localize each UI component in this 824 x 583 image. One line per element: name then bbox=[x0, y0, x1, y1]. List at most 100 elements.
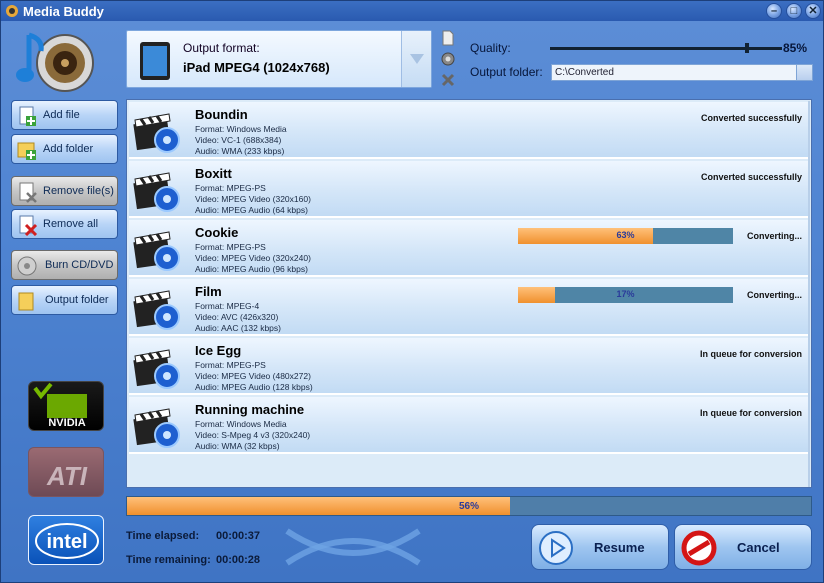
delete-icon[interactable] bbox=[440, 72, 456, 88]
file-row[interactable]: Film Format: MPEG-4 Video: AVC (426x320)… bbox=[129, 279, 808, 336]
file-name: Cookie bbox=[195, 225, 239, 240]
file-video: Video: MPEG Video (320x240) bbox=[195, 253, 311, 263]
file-video: Video: MPEG Video (320x160) bbox=[195, 194, 311, 204]
file-audio: Audio: WMA (233 kbps) bbox=[195, 146, 285, 156]
file-audio: Audio: AAC (132 kbps) bbox=[195, 323, 281, 333]
file-status: Converted successfully bbox=[700, 113, 802, 123]
gear-icon[interactable] bbox=[440, 51, 456, 67]
file-name: Running machine bbox=[195, 402, 305, 417]
add-folder-label: Add folder bbox=[43, 143, 94, 155]
file-list: Boundin Format: Windows Media Video: VC-… bbox=[126, 99, 812, 488]
file-status: Converting... bbox=[746, 231, 802, 241]
time-remaining-value: 00:00:28 bbox=[216, 554, 261, 566]
file-video: Video: MPEG Video (480x272) bbox=[195, 371, 311, 381]
output-format-label: Output format: bbox=[183, 41, 260, 55]
list-scrollbar[interactable] bbox=[808, 101, 810, 487]
dna-animation-icon bbox=[285, 528, 421, 566]
file-row[interactable]: Ice Egg Format: MPEG-PS Video: MPEG Vide… bbox=[129, 338, 808, 395]
time-elapsed-value: 00:00:37 bbox=[216, 530, 261, 542]
video-file-icon bbox=[133, 403, 183, 449]
close-button[interactable]: ✕ bbox=[805, 3, 821, 19]
quality-slider-handle[interactable] bbox=[745, 43, 750, 53]
title-bar: Media Buddy – □ ✕ bbox=[1, 1, 823, 21]
browse-folder-button[interactable] bbox=[796, 64, 813, 81]
file-format: Format: MPEG-4 bbox=[195, 301, 260, 311]
format-dropdown-button[interactable] bbox=[401, 31, 431, 87]
video-file-icon bbox=[133, 226, 183, 272]
file-row[interactable]: Boxitt Format: MPEG-PS Video: MPEG Video… bbox=[129, 161, 808, 218]
file-name: Boxitt bbox=[195, 166, 232, 181]
output-folder-label: Output folder bbox=[45, 294, 109, 306]
output-folder-button[interactable]: Output folder bbox=[11, 285, 118, 315]
app-icon bbox=[6, 5, 18, 17]
video-file-icon bbox=[133, 167, 183, 213]
burn-cd-dvd-label: Burn CD/DVD bbox=[45, 259, 114, 271]
remove-files-label: Remove file(s) bbox=[43, 185, 114, 197]
file-video: Video: S-Mpeg 4 v3 (320x240) bbox=[195, 430, 311, 440]
file-row[interactable]: Cookie Format: MPEG-PS Video: MPEG Video… bbox=[129, 220, 808, 277]
file-format: Format: Windows Media bbox=[195, 419, 287, 429]
time-elapsed-label: Time elapsed: bbox=[126, 530, 200, 542]
file-status: In queue for conversion bbox=[699, 349, 802, 359]
intel-logo: intel bbox=[28, 515, 104, 565]
app-logo bbox=[16, 32, 94, 92]
remove-all-button[interactable]: Remove all bbox=[11, 209, 118, 239]
file-progress-bar: 17% bbox=[518, 287, 733, 303]
chevron-down-icon bbox=[410, 54, 424, 64]
quality-label: Quality: bbox=[470, 41, 511, 55]
file-name: Boundin bbox=[195, 107, 248, 122]
file-row[interactable]: Boundin Format: Windows Media Video: VC-… bbox=[129, 102, 808, 159]
app-window: Media Buddy – □ ✕ Add file Add folder Re… bbox=[0, 0, 824, 583]
window-title: Media Buddy bbox=[23, 4, 104, 19]
resume-label: Resume bbox=[594, 540, 645, 555]
file-format: Format: MPEG-PS bbox=[195, 183, 266, 193]
remove-file-icon bbox=[19, 182, 37, 203]
file-format: Format: MPEG-PS bbox=[195, 242, 266, 252]
ipad-icon bbox=[140, 42, 170, 80]
nvidia-logo-text: NVIDIA bbox=[48, 417, 85, 429]
video-file-icon bbox=[133, 285, 183, 331]
folder-icon bbox=[18, 292, 34, 311]
total-progress-bar: 56% bbox=[126, 496, 812, 516]
file-progress-text: 63% bbox=[616, 230, 635, 240]
stop-icon bbox=[681, 530, 717, 566]
file-status: In queue for conversion bbox=[699, 408, 802, 418]
add-folder-button[interactable]: Add folder bbox=[11, 134, 118, 164]
remove-files-button[interactable]: Remove file(s) bbox=[11, 176, 118, 206]
output-folder-field-label: Output folder: bbox=[470, 65, 543, 79]
video-file-icon bbox=[133, 344, 183, 390]
document-icon[interactable] bbox=[440, 30, 456, 46]
add-file-button[interactable]: Add file bbox=[11, 100, 118, 130]
file-video: Video: AVC (426x320) bbox=[195, 312, 279, 322]
cancel-label: Cancel bbox=[737, 540, 780, 555]
file-format: Format: Windows Media bbox=[195, 124, 287, 134]
file-video: Video: VC-1 (688x384) bbox=[195, 135, 282, 145]
resume-button[interactable]: Resume bbox=[531, 524, 669, 570]
video-file-icon bbox=[133, 108, 183, 154]
add-file-label: Add file bbox=[43, 109, 80, 121]
output-format-value: iPad MPEG4 (1024x768) bbox=[183, 60, 330, 75]
file-name: Film bbox=[195, 284, 222, 299]
intel-logo-text: intel bbox=[46, 531, 87, 553]
burn-cd-dvd-button[interactable]: Burn CD/DVD bbox=[11, 250, 118, 280]
ati-logo-text: ATI bbox=[46, 461, 88, 491]
add-file-icon bbox=[19, 106, 36, 126]
play-icon bbox=[539, 531, 573, 565]
quality-value: 85% bbox=[783, 41, 808, 55]
total-progress-text: 56% bbox=[458, 501, 479, 512]
maximize-button[interactable]: □ bbox=[786, 3, 802, 19]
output-folder-input[interactable]: C:\Converted bbox=[551, 64, 813, 81]
file-audio: Audio: MPEG Audio (64 kbps) bbox=[195, 205, 308, 215]
output-format-selector[interactable]: Output format: iPad MPEG4 (1024x768) bbox=[126, 30, 432, 88]
file-row[interactable]: Running machine Format: Windows Media Vi… bbox=[129, 397, 808, 454]
file-name: Ice Egg bbox=[195, 343, 242, 358]
cancel-button[interactable]: Cancel bbox=[674, 524, 812, 570]
time-remaining-label: Time remaining: bbox=[126, 554, 211, 566]
file-audio: Audio: WMA (32 kbps) bbox=[195, 441, 280, 451]
file-progress-bar: 63% bbox=[518, 228, 733, 244]
file-audio: Audio: MPEG Audio (96 kbps) bbox=[195, 264, 308, 274]
file-audio: Audio: MPEG Audio (128 kbps) bbox=[195, 382, 313, 392]
minimize-button[interactable]: – bbox=[766, 3, 782, 19]
file-status: Converting... bbox=[746, 290, 802, 300]
disc-icon bbox=[17, 256, 37, 276]
